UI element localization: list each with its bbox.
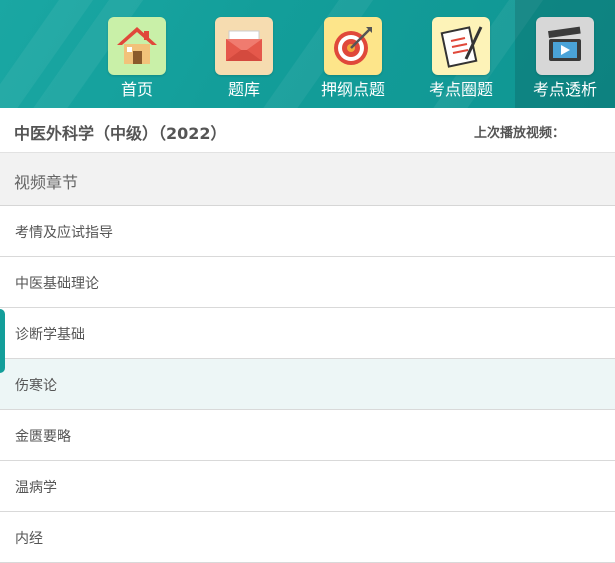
chapter-header-label: 视频章节 bbox=[14, 173, 79, 192]
chapter-item-label: 中医基础理论 bbox=[15, 276, 99, 292]
last-played-label[interactable]: 上次播放视频： bbox=[474, 122, 565, 141]
home-icon bbox=[108, 17, 166, 75]
top-navigation-bar: 首页 题库 押纲点题 考点圈题 考点透析 bbox=[0, 0, 615, 108]
nav-item-exam-circle[interactable]: 考点圈题 bbox=[411, 0, 511, 108]
chapter-item[interactable]: 伤寒论 bbox=[0, 359, 615, 410]
chapter-item[interactable]: 金匮要略 bbox=[0, 410, 615, 461]
nav-item-exam-analysis[interactable]: 考点透析 bbox=[515, 0, 615, 108]
nav-item-home[interactable]: 首页 bbox=[87, 0, 187, 108]
chapter-section-header: 视频章节 bbox=[0, 153, 615, 206]
nav-label-exam-circle: 考点圈题 bbox=[428, 80, 493, 99]
chapter-item-label: 诊断学基础 bbox=[15, 327, 85, 343]
nav-item-key-points[interactable]: 押纲点题 bbox=[303, 0, 403, 108]
clipboard-icon bbox=[432, 17, 490, 75]
nav-label-home: 首页 bbox=[120, 80, 153, 99]
chapter-item[interactable]: 温病学 bbox=[0, 461, 615, 512]
chapter-item-label: 温病学 bbox=[15, 480, 57, 496]
chapter-item-label: 内经 bbox=[15, 531, 43, 547]
nav-label-key-points: 押纲点题 bbox=[320, 80, 385, 99]
chapter-item-label: 考情及应试指导 bbox=[15, 225, 113, 241]
course-title: 中医外科学（中级）（2022） bbox=[14, 124, 227, 143]
chapter-item[interactable]: 内经 bbox=[0, 512, 615, 563]
video-clapper-icon bbox=[536, 17, 594, 75]
chapter-item[interactable]: 诊断学基础 bbox=[0, 308, 615, 359]
chapter-item-label: 金匮要略 bbox=[15, 429, 71, 445]
chapter-item[interactable]: 中医基础理论 bbox=[0, 257, 615, 308]
nav-label-question-bank: 题库 bbox=[227, 80, 260, 99]
chapter-list: 考情及应试指导 中医基础理论 诊断学基础 伤寒论 金匮要略 温病学 内经 bbox=[0, 206, 615, 563]
course-title-bar: 中医外科学（中级）（2022） 上次播放视频： bbox=[0, 108, 615, 153]
nav-item-question-bank[interactable]: 题库 bbox=[194, 0, 294, 108]
nav-label-exam-analysis: 考点透析 bbox=[532, 80, 597, 99]
chapter-item[interactable]: 考情及应试指导 bbox=[0, 206, 615, 257]
mail-icon bbox=[215, 17, 273, 75]
chapter-item-label: 伤寒论 bbox=[15, 378, 57, 394]
side-drawer-tab[interactable] bbox=[0, 309, 5, 373]
target-icon bbox=[324, 17, 382, 75]
